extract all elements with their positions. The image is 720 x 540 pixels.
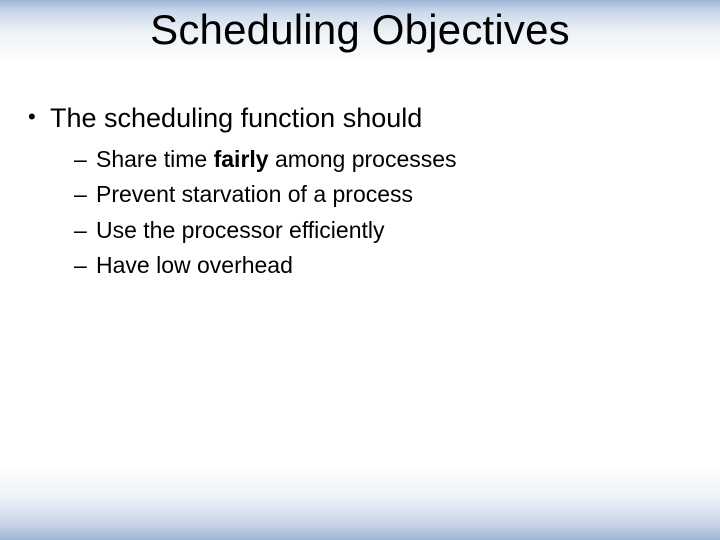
- bullet-level2: Have low overhead: [28, 250, 692, 281]
- text-bold: fairly: [214, 146, 269, 172]
- bullet-level2: Prevent starvation of a process: [28, 179, 692, 210]
- text-fragment: Share time: [96, 146, 214, 172]
- bullet-level1: The scheduling function should: [28, 100, 692, 136]
- slide-body: The scheduling function should Share tim…: [28, 100, 692, 285]
- text-fragment: among processes: [269, 146, 457, 172]
- slide: Scheduling Objectives The scheduling fun…: [0, 0, 720, 540]
- bullet-level2: Share time fairly among processes: [28, 144, 692, 175]
- slide-title: Scheduling Objectives: [0, 6, 720, 54]
- bullet-level2: Use the processor efficiently: [28, 215, 692, 246]
